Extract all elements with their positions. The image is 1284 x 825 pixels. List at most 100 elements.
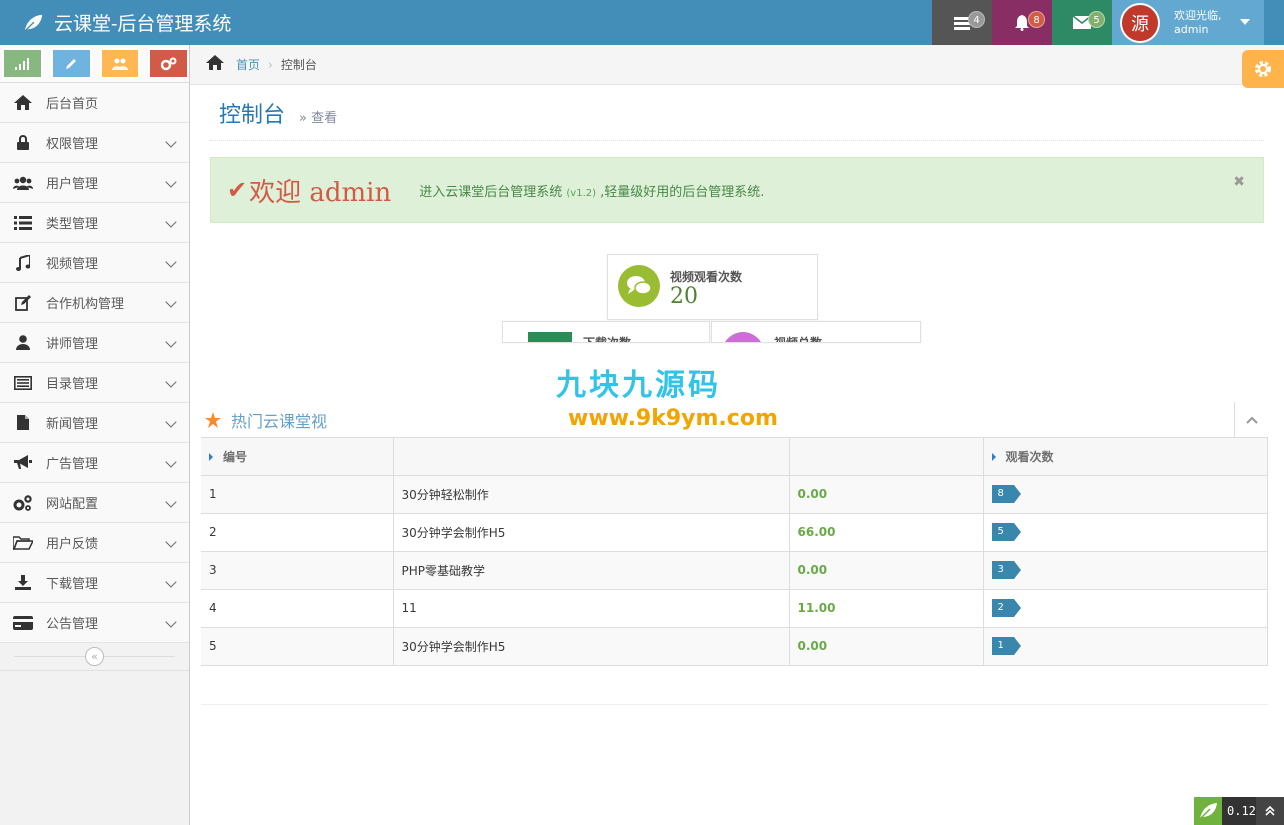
list-alt-icon (12, 375, 34, 391)
watermark-title: 九块九源码 (556, 368, 721, 403)
cell-id: 3 (201, 551, 394, 590)
sidebar-item-catalog[interactable]: 目录管理 (0, 363, 189, 403)
infobox-label: 视频总数 (774, 336, 823, 343)
views-badge: 3 (991, 561, 1022, 579)
version-text: (v1.2) (566, 187, 597, 199)
render-time: 0.12 (1222, 797, 1256, 825)
cell-name: 30分钟学会制作H5 (393, 513, 790, 552)
cell-price: 11.00 (789, 589, 984, 628)
table-row: 5 30分钟学会制作H5 0.00 1 (201, 627, 1268, 666)
sidebar-item-label: 合作机构管理 (46, 297, 125, 312)
caret-down-icon (1240, 19, 1250, 25)
folder-open-icon (12, 535, 34, 551)
sidebar-collapse: « (0, 643, 189, 671)
tasks-dropdown[interactable]: 4 (932, 0, 992, 45)
sidebar-item-label: 用户管理 (46, 177, 99, 192)
user-icon (12, 335, 34, 351)
table-row: 3 PHP零基础教学 0.00 3 (201, 551, 1268, 590)
brand[interactable]: 云课堂-后台管理系统 (22, 0, 231, 45)
views-badge: 2 (991, 599, 1022, 617)
sidebar-item-videos[interactable]: 视频管理 (0, 243, 189, 283)
user-info: 欢迎光临, admin (1174, 9, 1222, 37)
collapse-sidebar-button[interactable]: « (85, 647, 104, 666)
group-icon (111, 58, 128, 70)
welcome-description: 进入云课堂后台管理系统 (v1.2) ,轻量级好用的后台管理系统. (419, 181, 764, 200)
chevron-down-icon (165, 536, 177, 548)
sidebar-item-feedback[interactable]: 用户反馈 (0, 523, 189, 563)
sidebar-shortcuts (0, 45, 189, 83)
cogs-icon (160, 57, 177, 70)
caret-right-icon (991, 452, 996, 461)
sidebar-item-label: 目录管理 (46, 377, 99, 392)
ace-settings-button[interactable] (1242, 50, 1284, 88)
chevron-up-icon (1245, 416, 1258, 424)
cell-views: 1 (983, 627, 1268, 666)
sidebar-item-label: 类型管理 (46, 217, 99, 232)
chevron-down-icon (165, 616, 177, 628)
sidebar-menu: 后台首页 权限管理 用户管理 类型管理 视频管理 合作机构管理 讲师管理 目录管… (0, 83, 189, 643)
widget-title: 热门云课堂视 (231, 411, 328, 431)
sidebar-item-lecturers[interactable]: 讲师管理 (0, 323, 189, 363)
sidebar-item-users[interactable]: 用户管理 (0, 163, 189, 203)
sidebar-item-announcements[interactable]: 公告管理 (0, 603, 189, 643)
welcome-heading: 欢迎 admin (249, 177, 392, 208)
sidebar-item-types[interactable]: 类型管理 (0, 203, 189, 243)
sidebar-item-label: 下载管理 (46, 577, 99, 592)
home-icon[interactable] (206, 55, 224, 74)
user-menu[interactable]: 源 欢迎光临, admin (1112, 0, 1264, 45)
close-icon[interactable]: ✖ (1233, 174, 1245, 190)
username: admin (1174, 22, 1209, 36)
scroll-top-button[interactable] (1256, 797, 1284, 825)
sidebar-item-news[interactable]: 新闻管理 (0, 403, 189, 443)
users-icon (12, 175, 34, 191)
infobox-video-total: 视频总数 (711, 321, 921, 343)
music-icon (12, 254, 34, 271)
table-row: 4 11 11.00 2 (201, 589, 1268, 628)
chevron-down-icon (165, 176, 177, 188)
column-header[interactable] (789, 438, 984, 476)
column-header[interactable]: 观看次数 (983, 438, 1268, 476)
cell-price: 0.00 (789, 551, 984, 590)
table-header-row: 编号 观看次数 (201, 438, 1268, 476)
widget-collapse-button[interactable] (1234, 402, 1268, 438)
infobox-value: 20 (670, 284, 698, 309)
shortcut-settings-button[interactable] (148, 48, 189, 79)
breadcrumb-home-link[interactable]: 首页 (236, 56, 260, 73)
pencil-icon (66, 58, 77, 69)
cell-id: 5 (201, 627, 394, 666)
chevron-down-icon (165, 376, 177, 388)
sidebar-item-label: 讲师管理 (46, 337, 99, 352)
cell-name: 30分钟学会制作H5 (393, 627, 790, 666)
sidebar-item-dashboard[interactable]: 后台首页 (0, 83, 189, 123)
divider (201, 704, 1268, 705)
sidebar-item-ads[interactable]: 广告管理 (0, 443, 189, 483)
column-header[interactable]: 编号 (201, 438, 394, 476)
messages-badge: 5 (1088, 11, 1105, 28)
list-icon (12, 215, 34, 231)
sidebar-item-label: 公告管理 (46, 617, 99, 632)
column-header[interactable] (393, 438, 790, 476)
edit-icon (12, 294, 34, 311)
shortcut-users-button[interactable] (99, 48, 141, 79)
views-badge: 5 (991, 523, 1022, 541)
bell-icon (1015, 14, 1029, 31)
check-icon: ✔ (227, 176, 248, 204)
gear-icon (1255, 61, 1271, 77)
shortcut-edit-button[interactable] (50, 48, 92, 79)
table-row: 1 30分钟轻松制作 0.00 8 (201, 475, 1268, 514)
file-icon (12, 415, 34, 431)
sidebar-item-label: 权限管理 (46, 137, 99, 152)
infobox-label: 下载次数 (583, 336, 632, 343)
notifications-badge: 8 (1028, 11, 1045, 28)
home-icon (12, 95, 34, 111)
sidebar-item-partners[interactable]: 合作机构管理 (0, 283, 189, 323)
sidebar-item-permissions[interactable]: 权限管理 (0, 123, 189, 163)
shortcut-stats-button[interactable] (2, 48, 43, 79)
sidebar-item-site-config[interactable]: 网站配置 (0, 483, 189, 523)
comments-icon (618, 265, 660, 307)
page-header: 控制台 » 查看 (210, 85, 1264, 141)
messages-dropdown[interactable]: 5 (1052, 0, 1112, 45)
notifications-dropdown[interactable]: 8 (992, 0, 1052, 45)
sidebar-item-downloads[interactable]: 下载管理 (0, 563, 189, 603)
chevron-down-icon (165, 496, 177, 508)
